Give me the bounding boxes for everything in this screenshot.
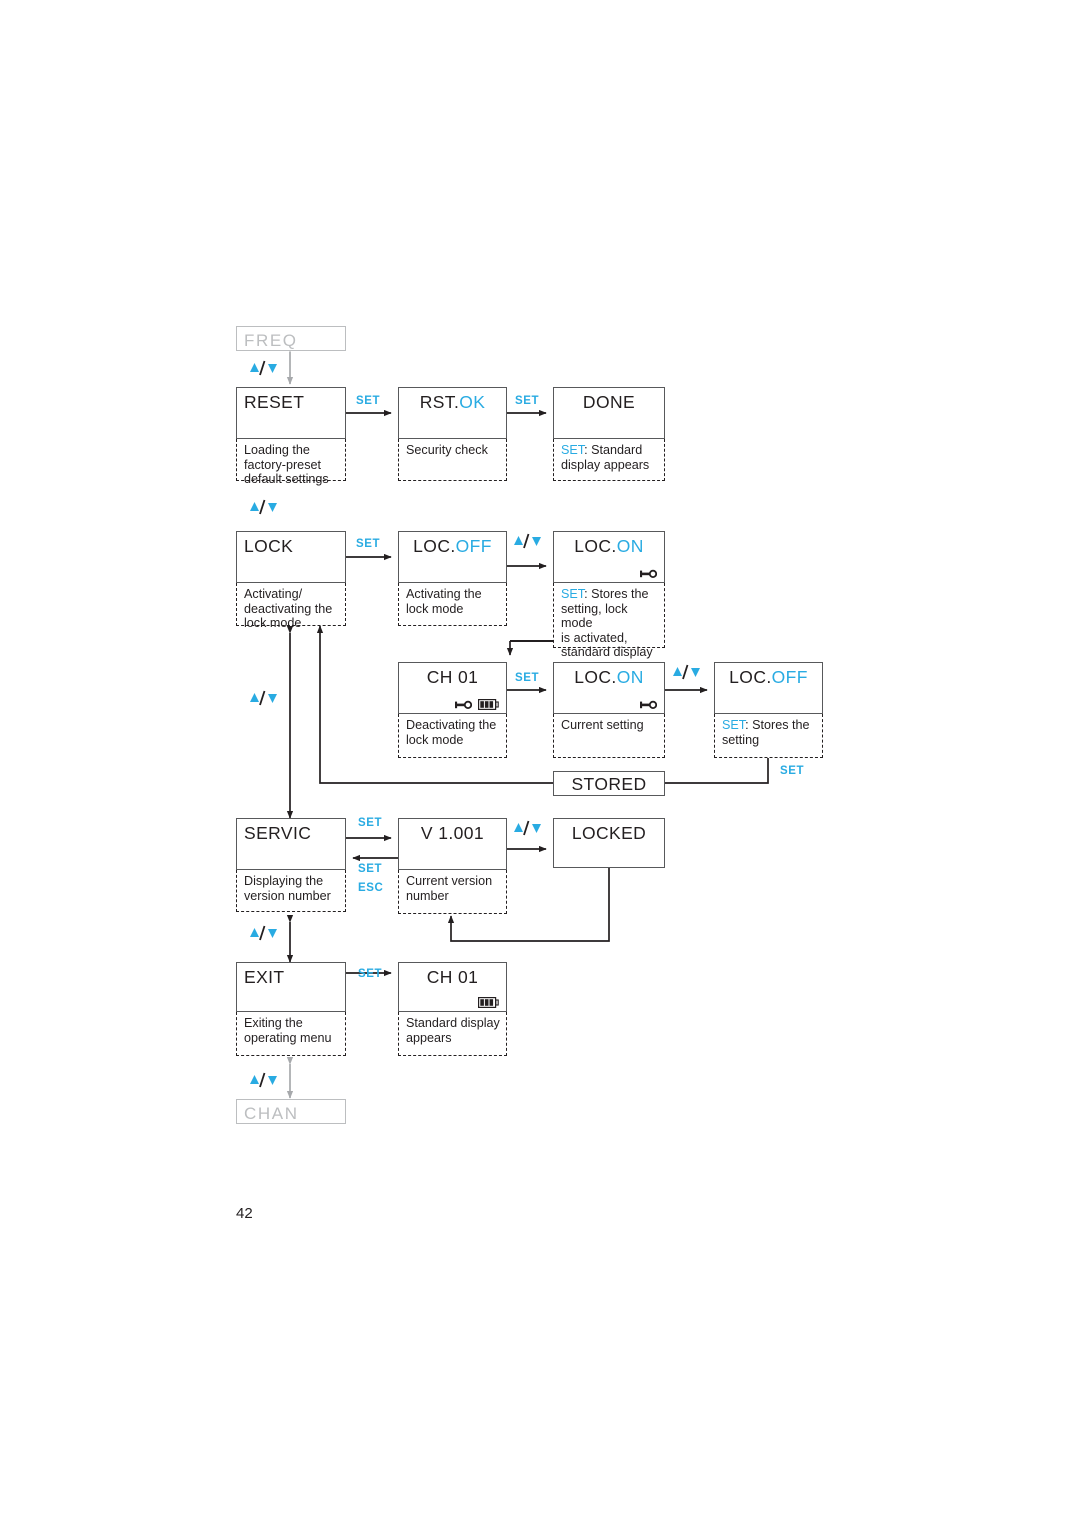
screen-loc-off-text: LOC.	[413, 536, 456, 556]
caption-servic-text: Displaying the version number	[244, 874, 331, 903]
screen-locked-label: LOCKED	[571, 823, 647, 843]
screen-loc-on-current-label: LOC.ON	[554, 667, 664, 687]
screen-servic: SERVIC	[236, 818, 346, 870]
caption-ch01-standard: Standard display appears	[398, 1012, 507, 1056]
caption-ch01-locked-text: Deactivating the lock mode	[406, 718, 497, 747]
screen-chan: CHAN	[236, 1099, 346, 1124]
page-number: 42	[236, 1205, 253, 1222]
screen-loc-off-store-label: LOC.OFF	[715, 667, 822, 687]
screen-loc-on-highlight: ON	[616, 536, 644, 556]
key-label-set-servic: SET	[358, 817, 383, 829]
key-label-set-exit: SET	[358, 968, 383, 980]
key-label-set-servic-back: SET	[358, 863, 383, 875]
updown-icon-reset-lock	[248, 497, 286, 517]
screen-loc-on-current-highlight: ON	[616, 667, 644, 687]
screen-loc-on-current: LOC.ON	[553, 662, 665, 714]
caption-loc-on-current-text: Current setting	[561, 718, 644, 732]
key-icon	[455, 697, 473, 710]
updown-icon-lock-servic	[248, 688, 286, 708]
updown-icon-version-locked	[512, 818, 550, 838]
screen-locked: LOCKED	[553, 818, 665, 868]
screen-loc-on-label: LOC.ON	[554, 536, 664, 556]
caption-done-key: SET	[561, 443, 585, 457]
screen-loc-on-text: LOC.	[574, 536, 617, 556]
screen-ch01-standard-label: CH 01	[426, 967, 479, 987]
screen-lock-label: LOCK	[244, 536, 294, 556]
updown-icon-freq	[248, 358, 286, 378]
caption-loc-off-store-key: SET	[722, 718, 746, 732]
screen-ch01-locked: CH 01	[398, 662, 507, 714]
screen-reset: RESET	[236, 387, 346, 439]
screen-version-label: V 1.001	[420, 823, 485, 843]
key-label-esc-servic-back: ESC	[358, 882, 384, 894]
updown-icon-chan	[248, 1070, 286, 1090]
screen-ch01-locked-icons	[455, 695, 499, 710]
key-label-set-reset: SET	[356, 395, 381, 407]
key-label-set-stored: SET	[780, 765, 805, 777]
caption-version: Current version number	[398, 870, 507, 914]
screen-loc-off-store-highlight: OFF	[771, 667, 808, 687]
screen-reset-label: RESET	[244, 392, 305, 412]
caption-lock-text: Activating/ deactivating the lock mode	[244, 587, 333, 631]
battery-icon	[478, 995, 499, 1008]
screen-rst-ok-text: RST.	[419, 392, 460, 412]
updown-icon-loc-off-on	[512, 531, 550, 551]
caption-ch01-locked: Deactivating the lock mode	[398, 714, 507, 758]
screen-loc-on-current-text: LOC.	[574, 667, 617, 687]
caption-loc-off-store: SET: Stores the setting	[714, 714, 823, 758]
screen-chan-label: CHAN	[244, 1104, 299, 1123]
key-label-set-lock: SET	[356, 538, 381, 550]
screen-freq-label: FREQ	[244, 331, 298, 350]
screen-loc-off: LOC.OFF	[398, 531, 507, 583]
caption-version-text: Current version number	[406, 874, 493, 903]
caption-exit-text: Exiting the operating menu	[244, 1016, 332, 1045]
screen-rst-ok-highlight: OK	[459, 392, 486, 412]
caption-rst-ok-text: Security check	[406, 443, 488, 457]
caption-lock: Activating/ deactivating the lock mode	[236, 583, 346, 630]
screen-ch01-standard: CH 01	[398, 962, 507, 1012]
key-icon	[640, 566, 658, 579]
screen-rst-ok-label: RST.OK	[399, 392, 506, 412]
screen-loc-off-highlight: OFF	[455, 536, 492, 556]
screen-exit-label: EXIT	[244, 967, 285, 987]
caption-reset: Loading the factory-preset default setti…	[236, 439, 346, 486]
screen-ch01-locked-label: CH 01	[426, 667, 479, 687]
key-icon	[640, 697, 658, 710]
screen-done-label: DONE	[582, 392, 636, 412]
caption-exit: Exiting the operating menu	[236, 1012, 346, 1056]
manual-page: FREQ RESET Loading the factory-preset de…	[0, 0, 1080, 1528]
caption-servic: Displaying the version number	[236, 870, 346, 912]
caption-ch01-standard-text: Standard display appears	[406, 1016, 500, 1045]
screen-loc-on-icons	[640, 564, 658, 579]
caption-loc-off: Activating the lock mode	[398, 583, 507, 626]
screen-loc-off-label: LOC.OFF	[399, 536, 506, 556]
screen-rst-ok: RST.OK	[398, 387, 507, 439]
updown-icon-servic-exit	[248, 923, 286, 943]
caption-loc-on: SET: Stores the setting, lock mode is ac…	[553, 583, 665, 674]
caption-loc-off-text: Activating the lock mode	[406, 587, 482, 616]
screen-loc-on-current-icons	[640, 695, 658, 710]
updown-icon-loc-on-off	[671, 662, 709, 682]
screen-version: V 1.001	[398, 818, 507, 870]
screen-stored-label: STORED	[571, 774, 647, 794]
caption-rst-ok: Security check	[398, 439, 507, 481]
key-label-set-ch01: SET	[515, 672, 540, 684]
caption-loc-on-key: SET	[561, 587, 585, 601]
screen-ch01-standard-icons	[478, 993, 499, 1008]
screen-stored: STORED	[553, 771, 665, 796]
screen-done: DONE	[553, 387, 665, 439]
screen-freq: FREQ	[236, 326, 346, 351]
battery-icon	[478, 697, 499, 710]
screen-loc-off-store: LOC.OFF	[714, 662, 823, 714]
caption-reset-text: Loading the factory-preset default setti…	[244, 443, 329, 487]
screen-exit: EXIT	[236, 962, 346, 1012]
screen-lock: LOCK	[236, 531, 346, 583]
screen-loc-on: LOC.ON	[553, 531, 665, 583]
caption-loc-on-current: Current setting	[553, 714, 665, 758]
connector-lines	[286, 344, 769, 1099]
screen-servic-label: SERVIC	[244, 823, 312, 843]
caption-done: SET: Standard display appears	[553, 439, 665, 481]
key-label-set-rst-ok: SET	[515, 395, 540, 407]
screen-loc-off-store-text: LOC.	[729, 667, 772, 687]
